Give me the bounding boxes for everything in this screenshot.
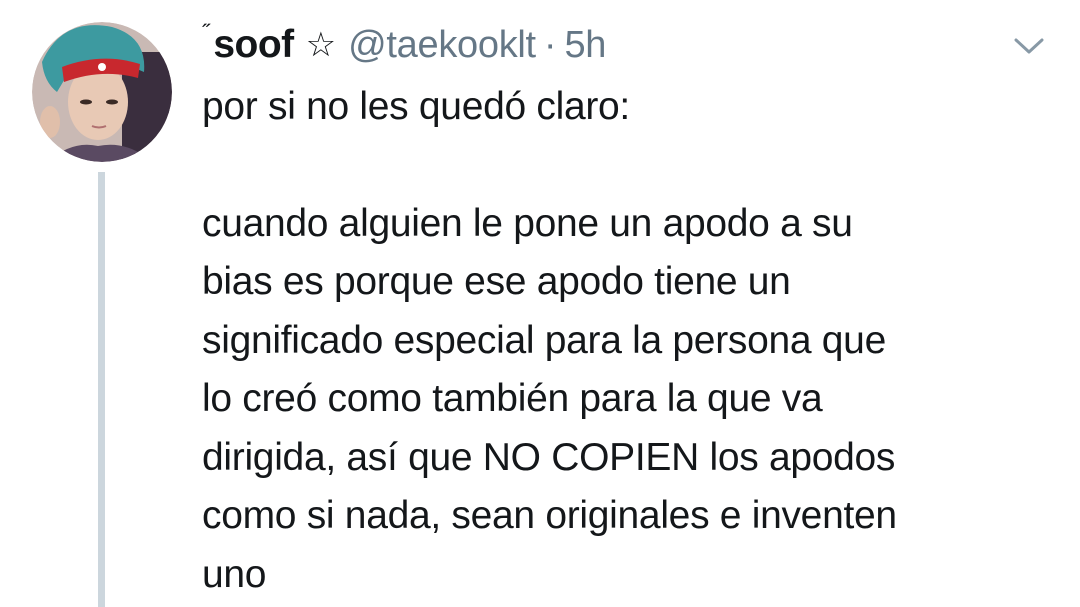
- tweet-body-line: cuando alguien le pone un apodo a su: [202, 201, 853, 245]
- tweet-body-line: dirigida, así que NO COPIEN los apodos: [202, 435, 896, 479]
- tweet-text: por si no les quedó claro: cuando alguie…: [202, 78, 1062, 604]
- separator-dot: ·: [543, 23, 557, 66]
- timestamp[interactable]: 5h: [564, 24, 606, 67]
- avatar[interactable]: [32, 22, 172, 162]
- tweet-body-line: bias es porque ese apodo tiene un: [202, 260, 791, 303]
- chevron-down-icon[interactable]: [1012, 34, 1046, 58]
- user-handle[interactable]: @taekooklt: [348, 24, 536, 67]
- avatar-image: [32, 22, 172, 162]
- name-prefix-mark: ˝: [202, 20, 210, 45]
- tweet-header: ˝ soof ☆ @taekooklt · 5h: [202, 18, 606, 72]
- tweet-body-line: significado especial para la persona que: [202, 318, 886, 362]
- tweet-body-line: lo creó como también para la que va: [202, 377, 823, 420]
- star-icon: ☆: [305, 26, 337, 64]
- display-name[interactable]: soof: [213, 23, 294, 67]
- tweet-body-line: uno: [202, 552, 267, 596]
- tweet-body-line: como si nada, sean originales e inventen: [202, 494, 897, 537]
- tweet: ˝ soof ☆ @taekooklt · 5h por si no les q…: [0, 0, 1080, 607]
- tweet-intro-line: por si no les quedó claro:: [202, 85, 630, 128]
- thread-line: [98, 172, 105, 607]
